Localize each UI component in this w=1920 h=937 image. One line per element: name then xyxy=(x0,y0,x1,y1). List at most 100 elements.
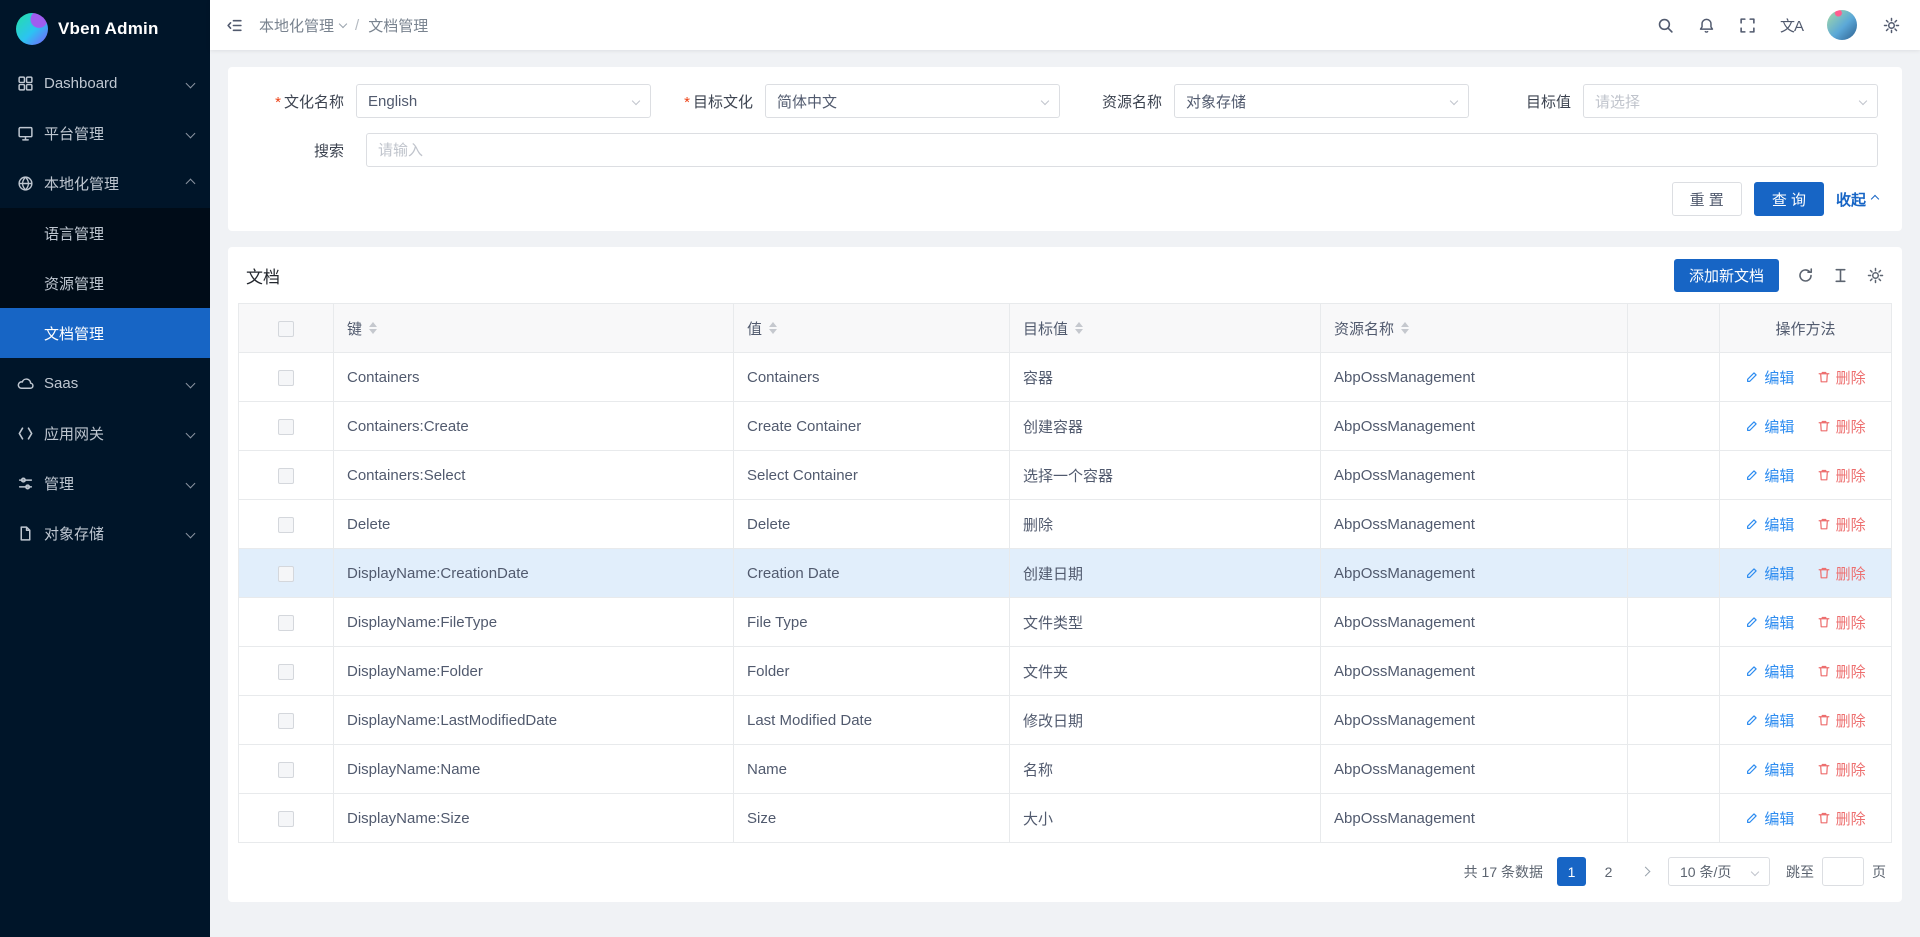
edit-button[interactable]: 编辑 xyxy=(1745,465,1794,486)
culture-name-select[interactable]: English xyxy=(356,84,651,118)
row-height-icon[interactable] xyxy=(1832,267,1849,284)
column-header-target-value[interactable]: 目标值 xyxy=(1010,304,1321,353)
jump-to-page-input[interactable] xyxy=(1822,857,1864,886)
column-settings-gear-icon[interactable] xyxy=(1867,267,1884,284)
page-size-select[interactable]: 10 条/页 xyxy=(1668,857,1770,886)
delete-button[interactable]: 删除 xyxy=(1817,367,1866,388)
sidebar-item-resource-management[interactable]: 资源管理 xyxy=(0,258,210,308)
delete-button[interactable]: 删除 xyxy=(1817,710,1866,731)
notification-bell-icon[interactable] xyxy=(1698,17,1715,34)
edit-button[interactable]: 编辑 xyxy=(1745,612,1794,633)
cell-blank xyxy=(1628,696,1720,745)
add-document-button[interactable]: 添加新文档 xyxy=(1674,259,1779,292)
edit-button[interactable]: 编辑 xyxy=(1745,710,1794,731)
fullscreen-icon[interactable] xyxy=(1739,17,1756,34)
trash-icon xyxy=(1817,566,1831,580)
sidebar-item-dashboard[interactable]: Dashboard xyxy=(0,58,210,108)
row-checkbox[interactable] xyxy=(278,762,294,778)
row-checkbox[interactable] xyxy=(278,468,294,484)
search-icon[interactable] xyxy=(1657,17,1674,34)
query-button[interactable]: 查 询 xyxy=(1754,182,1824,216)
page-content: *文化名称 English *目标文化 简体中文 xyxy=(210,50,1920,937)
row-checkbox[interactable] xyxy=(278,811,294,827)
edit-button[interactable]: 编辑 xyxy=(1745,661,1794,682)
delete-button[interactable]: 删除 xyxy=(1817,661,1866,682)
table-body: Containers Containers 容器 AbpOssManagemen… xyxy=(239,353,1892,843)
column-header-key[interactable]: 键 xyxy=(334,304,734,353)
select-all-checkbox[interactable] xyxy=(278,321,294,337)
delete-button[interactable]: 删除 xyxy=(1817,563,1866,584)
sidebar-item-label: 本地化管理 xyxy=(44,173,119,194)
reset-button[interactable]: 重 置 xyxy=(1672,182,1742,216)
column-header-resource-name[interactable]: 资源名称 xyxy=(1321,304,1628,353)
cell-resource-name: AbpOssManagement xyxy=(1321,647,1628,696)
pagination: 共 17 条数据 1 2 10 条/页 跳至 页 xyxy=(238,843,1892,888)
row-checkbox[interactable] xyxy=(278,615,294,631)
edit-button[interactable]: 编辑 xyxy=(1745,514,1794,535)
pencil-icon xyxy=(1745,517,1759,531)
delete-button[interactable]: 删除 xyxy=(1817,416,1866,437)
cell-value: File Type xyxy=(734,598,1010,647)
menu-fold-icon[interactable] xyxy=(226,17,243,34)
sidebar-item-saas[interactable]: Saas xyxy=(0,358,210,408)
row-checkbox[interactable] xyxy=(278,419,294,435)
total-count: 共 17 条数据 xyxy=(1464,862,1543,882)
sidebar: Vben Admin Dashboard 平台管理 xyxy=(0,0,210,937)
chevron-up-icon xyxy=(186,178,196,188)
chevron-down-icon xyxy=(186,478,196,488)
row-checkbox[interactable] xyxy=(278,370,294,386)
trash-icon xyxy=(1817,762,1831,776)
edit-button[interactable]: 编辑 xyxy=(1745,367,1794,388)
row-checkbox[interactable] xyxy=(278,517,294,533)
sidebar-item-app-gateway[interactable]: 应用网关 xyxy=(0,408,210,458)
sidebar-item-object-storage[interactable]: 对象存储 xyxy=(0,508,210,558)
row-checkbox[interactable] xyxy=(278,566,294,582)
chevron-down-icon xyxy=(186,528,196,538)
documents-table: 键 值 目标值 资源名称 操作方法 xyxy=(238,303,1892,843)
sidebar-item-platform[interactable]: 平台管理 xyxy=(0,108,210,158)
cell-actions: 编辑 删除 xyxy=(1720,451,1892,500)
delete-button[interactable]: 删除 xyxy=(1817,759,1866,780)
delete-button[interactable]: 删除 xyxy=(1817,808,1866,829)
pencil-icon xyxy=(1745,468,1759,482)
resource-name-select[interactable]: 对象存储 xyxy=(1174,84,1469,118)
edit-button[interactable]: 编辑 xyxy=(1745,416,1794,437)
app-logo[interactable]: Vben Admin xyxy=(0,0,210,58)
delete-button[interactable]: 删除 xyxy=(1817,612,1866,633)
jump-to-label: 跳至 xyxy=(1786,862,1814,882)
delete-button[interactable]: 删除 xyxy=(1817,514,1866,535)
target-culture-select[interactable]: 简体中文 xyxy=(765,84,1060,118)
sidebar-item-management[interactable]: 管理 xyxy=(0,458,210,508)
cell-resource-name: AbpOssManagement xyxy=(1321,745,1628,794)
user-avatar[interactable] xyxy=(1827,10,1857,40)
settings-gear-icon[interactable] xyxy=(1883,17,1900,34)
breadcrumb-parent[interactable]: 本地化管理 xyxy=(259,15,346,36)
row-checkbox[interactable] xyxy=(278,713,294,729)
edit-button[interactable]: 编辑 xyxy=(1745,563,1794,584)
sort-icon xyxy=(1401,322,1409,334)
sidebar-item-language-management[interactable]: 语言管理 xyxy=(0,208,210,258)
topbar: 本地化管理 / 文档管理 文A xyxy=(210,0,1920,50)
edit-button[interactable]: 编辑 xyxy=(1745,759,1794,780)
next-page-button[interactable] xyxy=(1631,857,1660,886)
row-checkbox[interactable] xyxy=(278,664,294,680)
page-button-1[interactable]: 1 xyxy=(1557,857,1586,886)
search-input[interactable] xyxy=(366,133,1878,167)
topbar-actions: 文A xyxy=(1657,10,1900,40)
page-button-2[interactable]: 2 xyxy=(1594,857,1623,886)
edit-button[interactable]: 编辑 xyxy=(1745,808,1794,829)
collapse-link[interactable]: 收起 xyxy=(1836,189,1878,210)
translate-icon[interactable]: 文A xyxy=(1780,15,1803,36)
delete-button[interactable]: 删除 xyxy=(1817,465,1866,486)
cell-target-value: 创建日期 xyxy=(1010,549,1321,598)
search-label: 搜索 xyxy=(252,140,356,161)
cell-actions: 编辑 删除 xyxy=(1720,353,1892,402)
sidebar-item-localization[interactable]: 本地化管理 xyxy=(0,158,210,208)
column-header-value[interactable]: 值 xyxy=(734,304,1010,353)
document-table-card: 文档 添加新文档 xyxy=(228,247,1902,902)
target-value-select[interactable]: 请选择 xyxy=(1583,84,1878,118)
sort-icon xyxy=(769,322,777,334)
logo-icon xyxy=(16,13,48,45)
sidebar-item-document-management[interactable]: 文档管理 xyxy=(0,308,210,358)
refresh-icon[interactable] xyxy=(1797,267,1814,284)
